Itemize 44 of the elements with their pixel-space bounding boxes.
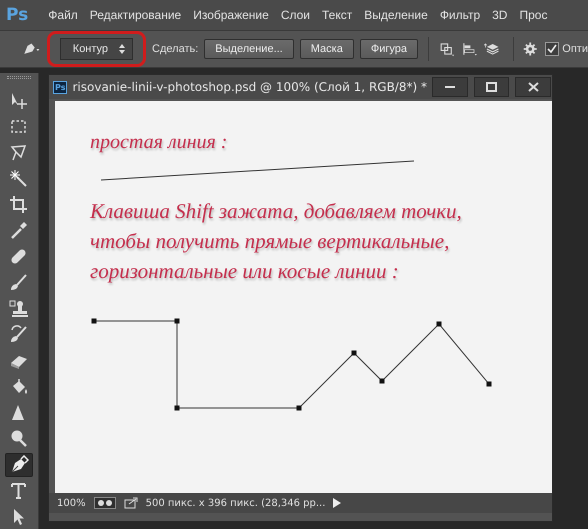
document-icon: Ps bbox=[53, 80, 68, 94]
app-logo: Ps bbox=[6, 5, 28, 25]
document-info: 500 пикс. x 396 пикс. (28,346 pp... bbox=[146, 498, 326, 508]
eyedropper-icon bbox=[9, 221, 29, 241]
maximize-icon bbox=[486, 82, 497, 92]
menu-item[interactable]: Прос bbox=[513, 8, 554, 22]
magic-wand-icon bbox=[9, 169, 29, 189]
checkbox[interactable] bbox=[545, 42, 560, 56]
mode-dropdown[interactable]: Контур bbox=[60, 38, 134, 60]
brush-icon bbox=[9, 273, 29, 293]
make-label: Сделать: bbox=[152, 43, 198, 55]
action-button[interactable]: Фигура bbox=[360, 39, 418, 59]
menu-item[interactable]: Слои bbox=[274, 8, 316, 22]
stamp-icon bbox=[9, 299, 29, 319]
export-icon[interactable] bbox=[124, 497, 138, 509]
menu-item[interactable]: Фильтр bbox=[434, 8, 486, 22]
minimize-icon bbox=[444, 86, 455, 88]
menu-item[interactable]: 3D bbox=[486, 8, 514, 22]
menu-item[interactable]: Изображение bbox=[187, 8, 275, 22]
arrow-move-icon bbox=[9, 91, 29, 111]
stepper-arrows-icon bbox=[118, 43, 126, 55]
window-title: risovanie-linii-v-photoshop.psd @ 100% (Слой 1, RGB/8*) * bbox=[72, 80, 427, 94]
handwritten-paragraph: Клавиша Shift зажата, добавляем точки, чтобы получить прямые вертикальные, горизонтальные или косые линии : bbox=[90, 198, 463, 285]
menu-item[interactable]: Файл bbox=[42, 8, 84, 22]
handwritten-caption: простая линия : bbox=[90, 131, 228, 154]
menu-item[interactable]: Выделение bbox=[358, 8, 434, 22]
window-button[interactable] bbox=[432, 77, 468, 97]
type-tool-icon bbox=[9, 481, 29, 501]
close-icon bbox=[528, 82, 539, 92]
history-brush-icon bbox=[9, 325, 29, 345]
window-button[interactable] bbox=[515, 77, 551, 97]
check-icon bbox=[547, 44, 558, 54]
menu-item[interactable]: Текст bbox=[316, 8, 358, 22]
action-button[interactable]: Выделение... bbox=[204, 39, 294, 59]
action-button[interactable]: Маска bbox=[300, 39, 354, 59]
lasso-icon bbox=[9, 143, 29, 163]
window-button[interactable] bbox=[474, 77, 510, 97]
eye-glasses-icon[interactable] bbox=[94, 497, 116, 509]
crop-icon bbox=[9, 195, 29, 215]
zoom-level: 100% bbox=[57, 498, 86, 508]
play-triangle-icon[interactable] bbox=[333, 498, 342, 508]
menu-item[interactable]: Редактирование bbox=[84, 8, 188, 22]
checkbox-label: Опти bbox=[562, 43, 588, 55]
tool-button[interactable] bbox=[5, 453, 33, 477]
